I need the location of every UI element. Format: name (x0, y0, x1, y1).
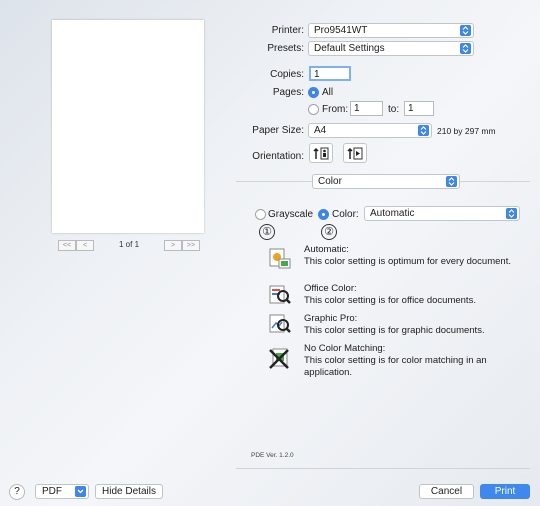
updown-arrows-icon (460, 25, 471, 36)
callout-2: ② (321, 224, 337, 240)
color-mode-select[interactable]: Automatic (364, 206, 520, 221)
no-color-matching-desc: This color setting is for color matching… (304, 355, 487, 378)
pages-to-label: to: (388, 104, 400, 115)
graphic-pro-icon (268, 312, 292, 336)
callout-1: ① (259, 224, 275, 240)
paper-size-label: Paper Size: (252, 125, 304, 136)
orientation-label: Orientation: (252, 151, 304, 162)
grayscale-label: Grayscale (268, 209, 314, 220)
color-radio[interactable] (318, 209, 329, 220)
page-indicator: 1 of 1 (119, 240, 140, 249)
cancel-button[interactable]: Cancel (419, 484, 474, 499)
updown-arrows-icon (506, 208, 517, 219)
office-color-icon (268, 283, 292, 307)
next-page-button[interactable]: > (164, 240, 182, 251)
presets-value: Default Settings (314, 43, 385, 54)
grayscale-radio[interactable] (255, 209, 266, 220)
graphic-pro-desc: This color setting is for graphic docume… (304, 325, 485, 336)
color-label: Color: (332, 209, 359, 220)
pages-to-field[interactable]: 1 (404, 101, 434, 116)
preview-pager-right: > >> (164, 240, 200, 251)
automatic-desc: This color setting is optimum for every … (304, 256, 511, 267)
print-preview (52, 20, 204, 233)
pdf-menu-button[interactable]: PDF (35, 484, 89, 499)
pages-all-label: All (322, 87, 334, 98)
pages-from-field[interactable]: 1 (350, 101, 383, 116)
copies-field[interactable]: 1 (309, 66, 351, 81)
printer-value: Pro9541WT (314, 25, 368, 36)
automatic-title: Automatic: (304, 244, 349, 255)
portrait-icon (313, 147, 329, 160)
hide-details-button[interactable]: Hide Details (95, 484, 163, 499)
portrait-button[interactable] (309, 143, 333, 163)
printer-label: Printer: (271, 25, 304, 36)
paper-size-select[interactable]: A4 (308, 123, 432, 138)
paper-dimensions: 210 by 297 mm (437, 126, 496, 136)
pde-version: PDE Ver. 1.2.0 (251, 452, 294, 459)
preview-pager: << < (58, 240, 94, 251)
pages-label: Pages: (272, 87, 304, 98)
updown-arrows-icon (460, 43, 471, 54)
last-page-button[interactable]: >> (182, 240, 200, 251)
office-color-desc: This color setting is for office documen… (304, 295, 476, 306)
panel-value: Color (318, 176, 342, 187)
automatic-color-icon (268, 246, 292, 270)
separator (236, 468, 530, 469)
pdf-label: PDF (42, 486, 62, 497)
pages-from-radio[interactable] (308, 104, 319, 115)
chevron-down-icon (75, 486, 86, 497)
panel-select[interactable]: Color (312, 174, 460, 189)
help-button[interactable]: ? (9, 484, 25, 500)
presets-select[interactable]: Default Settings (308, 41, 474, 56)
pages-from-label: From: (322, 104, 349, 115)
copies-label: Copies: (270, 69, 304, 80)
presets-label: Presets: (267, 43, 304, 54)
landscape-button[interactable] (343, 143, 367, 163)
paper-size-value: A4 (314, 125, 327, 136)
landscape-icon (347, 147, 363, 160)
no-color-matching-title: No Color Matching: (304, 343, 386, 354)
print-button[interactable]: Print (480, 484, 530, 499)
no-color-matching-icon (268, 346, 292, 370)
updown-arrows-icon (418, 125, 429, 136)
office-color-title: Office Color: (304, 283, 357, 294)
color-mode-value: Automatic (370, 208, 415, 219)
first-page-button[interactable]: << (58, 240, 76, 251)
printer-select[interactable]: Pro9541WT (308, 23, 474, 38)
pages-all-radio[interactable] (308, 87, 319, 98)
updown-arrows-icon (446, 176, 457, 187)
graphic-pro-title: Graphic Pro: (304, 313, 358, 324)
previous-page-button[interactable]: < (76, 240, 94, 251)
